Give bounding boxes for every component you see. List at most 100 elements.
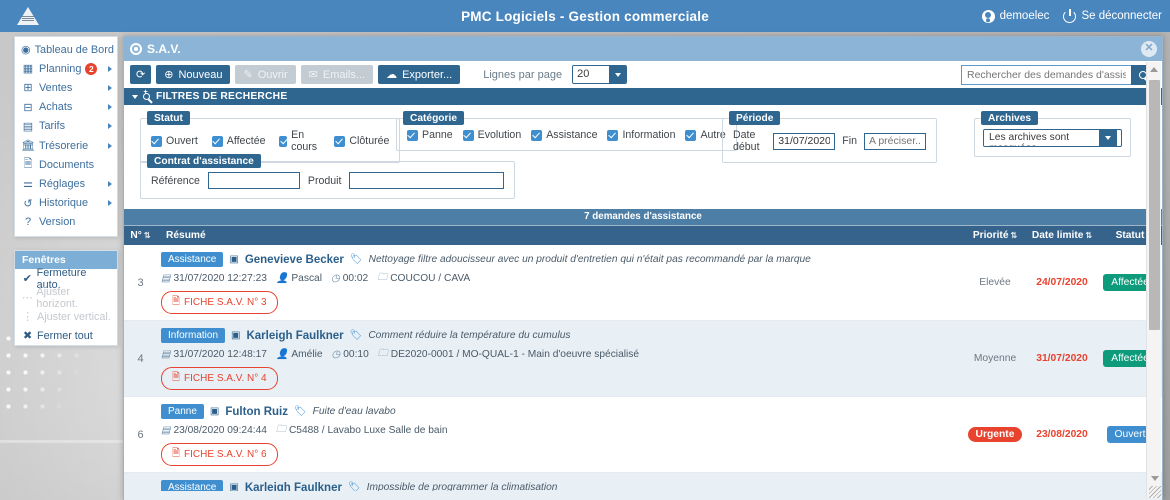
- row-summary: Information ▣ Karleigh Faulkner 🏷 Comment ré…: [157, 321, 964, 396]
- row-date-limite: 24/07/2020: [1036, 277, 1088, 288]
- column-header-num[interactable]: N° ⇅: [124, 230, 157, 241]
- logout-button[interactable]: Se déconnecter: [1063, 8, 1162, 23]
- book-icon: ▤: [22, 120, 34, 133]
- row-contact: Genevieve Becker: [244, 253, 344, 266]
- reference-input[interactable]: [207, 172, 300, 189]
- chevron-down-icon: [1099, 130, 1117, 146]
- rows-per-page-select[interactable]: 20: [572, 65, 628, 84]
- sidebar-item-tr-sorerie[interactable]: 🏛 Trésorerie: [15, 136, 117, 155]
- app-logo: [0, 0, 56, 32]
- column-header-resume[interactable]: Résumé: [157, 230, 964, 241]
- checkbox-icon: [607, 129, 619, 141]
- sidebar-item-label: Achats: [39, 101, 73, 114]
- row-priority-cell: Elevée: [964, 245, 1026, 320]
- chevron-right-icon: [108, 123, 112, 130]
- row-author: 👤 Amélie: [275, 349, 323, 360]
- row-date-limite: 31/07/2020: [1036, 353, 1088, 364]
- checkbox-categorie-autre[interactable]: Autre: [685, 129, 726, 141]
- fiche-sav-button[interactable]: 🗎 FICHE S.A.V. N° 4: [161, 367, 278, 390]
- fiche-sav-button[interactable]: 🗎 FICHE S.A.V. N° 6: [161, 443, 278, 466]
- checkbox-statut-en-cours[interactable]: En cours: [279, 129, 320, 153]
- filters-header[interactable]: FILTRES DE RECHERCHE: [124, 88, 1162, 105]
- sidebar-item-tableau-de-bord[interactable]: ◉ Tableau de Bord: [15, 40, 117, 59]
- pyramid-logo-icon: [17, 7, 39, 25]
- sav-window: S.A.V. ✕ ⟳ ⊕ Nouveau ✎ Ouvrir ✉ Emails..…: [123, 36, 1163, 500]
- emails-button[interactable]: ✉ Emails...: [300, 65, 374, 84]
- window-action-fermer-tout[interactable]: ✖ Fermer tout: [15, 326, 117, 345]
- scroll-up-button[interactable]: [1147, 62, 1161, 77]
- date-debut-input[interactable]: [773, 132, 836, 150]
- row-subject: Fuite d'eau lavabo: [312, 406, 396, 417]
- checkbox-icon: [211, 135, 223, 147]
- table-row[interactable]: 6 Panne ▣ Fulton Ruiz 🏷 Fuite d'eau lavabo ▤ 23…: [124, 397, 1162, 473]
- table-row[interactable]: 4 Information ▣ Karleigh Faulkner 🏷 Comment r…: [124, 321, 1162, 397]
- person-icon: 👤: [275, 349, 289, 360]
- checkbox-label: Panne: [422, 129, 453, 141]
- document-icon: 🗎: [23, 158, 33, 171]
- close-icon[interactable]: ✕: [1141, 41, 1157, 57]
- tag-icon: 🏷: [349, 330, 363, 341]
- row-priority-cell: Urgente: [964, 397, 1026, 472]
- sidebar-item-version[interactable]: ? Version: [15, 213, 117, 232]
- checkbox-categorie-information[interactable]: Information: [607, 129, 675, 141]
- checkbox-categorie-evolution[interactable]: Evolution: [462, 129, 522, 141]
- window-title: S.A.V.: [147, 42, 181, 56]
- search-input[interactable]: [961, 64, 1131, 85]
- contact-card-icon: ▣: [209, 406, 220, 417]
- filters-body: Statut Ouvert Affectée En cours Clôturée Ca…: [124, 105, 1162, 209]
- filter-legend-categorie: Catégorie: [403, 111, 464, 125]
- export-button[interactable]: ☁ Exporter...: [378, 65, 461, 84]
- column-header-priorite-label: Priorité: [972, 230, 1009, 241]
- vertical-scrollbar[interactable]: [1146, 62, 1161, 498]
- sidebar-item-ventes[interactable]: ⊞ Ventes: [15, 78, 117, 97]
- sidebar-item-r-glages[interactable]: ⚌ Réglages: [15, 174, 117, 193]
- date-fin-input[interactable]: [864, 132, 926, 150]
- chevron-right-icon: [108, 142, 112, 149]
- sidebar-item-documents[interactable]: 🗎 Documents: [15, 155, 117, 174]
- produit-label: Produit: [307, 174, 342, 187]
- open-button-label: Ouvrir: [257, 68, 288, 81]
- row-datetime: ▤ 23/08/2020 09:24:44: [161, 425, 267, 436]
- checkbox-categorie-assistance[interactable]: Assistance: [531, 129, 597, 141]
- archives-select[interactable]: Les archives sont masquées: [983, 129, 1122, 147]
- refresh-button[interactable]: ⟳: [130, 65, 152, 84]
- checkbox-label: Evolution: [477, 129, 522, 141]
- sidebar-item-historique[interactable]: ↺ Historique: [15, 194, 117, 213]
- chevron-down-icon: [609, 66, 627, 83]
- scrollbar-thumb[interactable]: [1149, 80, 1160, 330]
- checkbox-statut-affect-e[interactable]: Affectée: [211, 135, 265, 147]
- plus-square-icon: ⊞: [23, 82, 33, 95]
- fiche-sav-button[interactable]: 🗎 FICHE S.A.V. N° 3: [161, 291, 278, 314]
- filters-header-label: FILTRES DE RECHERCHE: [156, 91, 288, 102]
- sidebar-item-achats[interactable]: ⊟ Achats: [15, 98, 117, 117]
- sidebar-badge: 2: [85, 62, 98, 75]
- archives-selected-value: Les archives sont masquées: [984, 130, 1099, 146]
- row-summary: Panne ▣ Fulton Ruiz 🏷 Fuite d'eau lavabo ▤ 23/…: [157, 397, 964, 472]
- calendar-icon: ▤: [161, 425, 171, 436]
- toolbar: ⟳ ⊕ Nouveau ✎ Ouvrir ✉ Emails... ☁ Expor…: [124, 61, 1162, 88]
- user-menu[interactable]: demoelec: [981, 9, 1049, 23]
- resize-grip[interactable]: [1149, 486, 1161, 498]
- column-header-date-limite[interactable]: Date limite ⇅: [1026, 230, 1098, 241]
- window-action-label: Ajuster vertical.: [37, 310, 111, 323]
- calendar-icon: ▤: [161, 349, 171, 360]
- row-duration: ◷ 00:02: [330, 273, 369, 284]
- table-row[interactable]: 3 Assistance ▣ Genevieve Becker 🏷 Nettoyage f…: [124, 245, 1162, 321]
- column-header-priorite[interactable]: Priorité ⇅: [964, 230, 1026, 241]
- chevron-right-icon: [108, 200, 112, 207]
- checkbox-categorie-panne[interactable]: Panne: [407, 129, 453, 141]
- row-datetime: ▤ 31/07/2020 12:48:17: [161, 349, 267, 360]
- checkbox-label: Clôturée: [349, 135, 390, 147]
- row-author: 👤 Pascal: [275, 273, 322, 284]
- row-priority: Elevée: [979, 277, 1011, 288]
- row-category-badge: Panne: [161, 404, 204, 419]
- zoom-in-icon: [143, 89, 150, 100]
- checkbox-statut-ouvert[interactable]: Ouvert: [151, 135, 198, 147]
- produit-input[interactable]: [349, 172, 505, 189]
- checkbox-statut-cl-tur-e[interactable]: Clôturée: [334, 135, 389, 147]
- sidebar-item-planning[interactable]: ▦ Planning 2: [15, 59, 117, 78]
- scroll-down-button[interactable]: [1147, 471, 1162, 486]
- open-button[interactable]: ✎ Ouvrir: [235, 65, 296, 84]
- sidebar-item-tarifs[interactable]: ▤ Tarifs: [15, 117, 117, 136]
- new-button[interactable]: ⊕ Nouveau: [156, 65, 231, 84]
